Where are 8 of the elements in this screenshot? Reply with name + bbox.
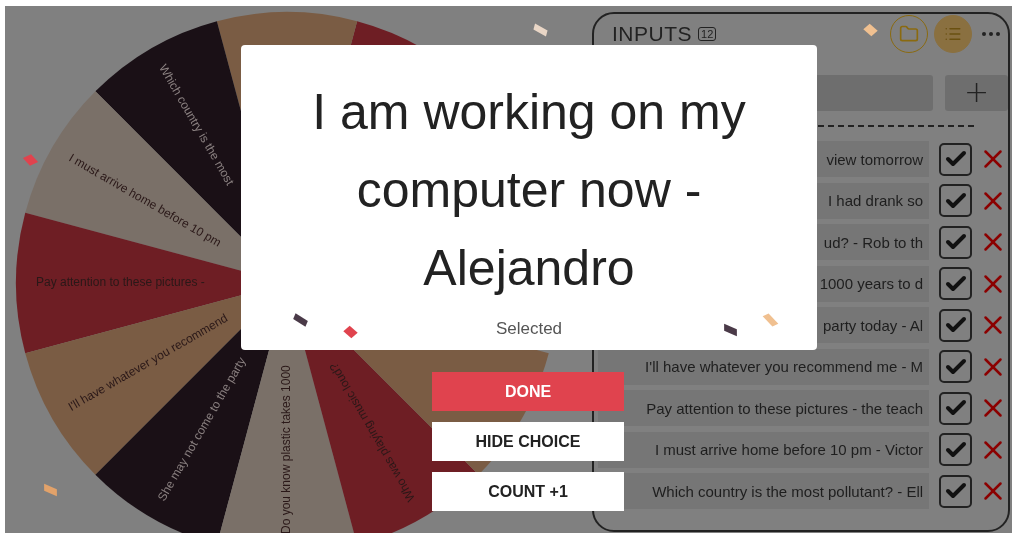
entry-text: I must arrive home before 10 pm - Victor: [598, 431, 930, 468]
entry-text: I'll have whatever you recommend me - M: [598, 348, 930, 385]
panel-title: INPUTS: [612, 22, 692, 46]
dialog-subtitle: Selected: [495, 319, 563, 339]
entry-text: Pay attention to these pictures - the teach: [598, 390, 930, 426]
segment-label: Do you know plastic takes 1000: [279, 365, 294, 533]
segment-label: Pay attention to these pictures -: [36, 275, 205, 290]
count-badge: 12: [698, 27, 717, 41]
